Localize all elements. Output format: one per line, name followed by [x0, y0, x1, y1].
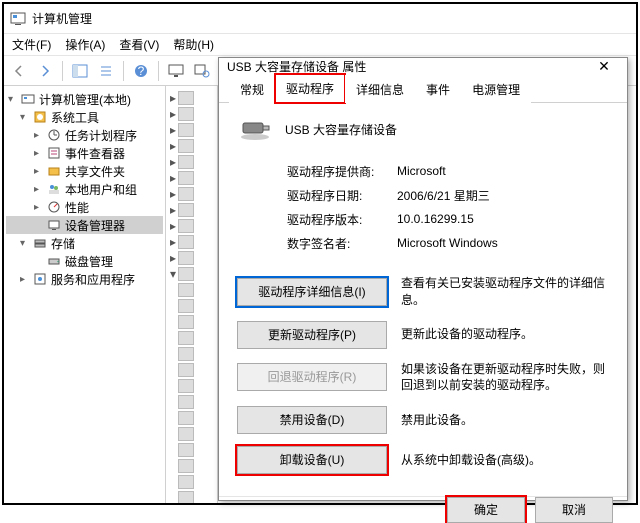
app-icon	[10, 11, 26, 27]
driver-details-desc: 查看有关已安装驱动程序文件的详细信息。	[401, 275, 609, 309]
menu-view[interactable]: 查看(V)	[119, 36, 159, 53]
window-title: 计算机管理	[32, 10, 630, 27]
rollback-driver-button: 回退驱动程序(R)	[237, 363, 387, 391]
tree-label: 设备管理器	[65, 217, 125, 234]
tree-devmgr[interactable]: 设备管理器	[6, 216, 163, 234]
tree-event[interactable]: ▸事件查看器	[6, 144, 163, 162]
dialog-title: USB 大容量存储设备 属性	[227, 58, 589, 75]
tree-label: 任务计划程序	[65, 127, 137, 144]
svg-text:?: ?	[138, 64, 145, 78]
tab-row: 常规 驱动程序 详细信息 事件 电源管理	[219, 75, 627, 103]
disable-device-desc: 禁用此设备。	[401, 412, 609, 429]
provider-label: 驱动程序提供商:	[287, 163, 397, 180]
update-driver-desc: 更新此设备的驱动程序。	[401, 326, 609, 343]
tree-label: 系统工具	[51, 109, 99, 126]
tab-driver[interactable]: 驱动程序	[275, 74, 345, 103]
titlebar: 计算机管理	[4, 4, 636, 34]
menu-help[interactable]: 帮助(H)	[173, 36, 214, 53]
dialog-titlebar: USB 大容量存储设备 属性 ✕	[219, 58, 627, 75]
device-list-panel: ▸ ▸ ▸ ▸ ▸ ▸ ▸ ▸ ▸ ▸ ▸ ▾	[166, 86, 218, 503]
menubar: 文件(F) 操作(A) 查看(V) 帮助(H)	[4, 34, 636, 56]
back-icon[interactable]	[10, 62, 28, 80]
separator	[158, 61, 159, 81]
tree-label: 本地用户和组	[65, 181, 137, 198]
tree-systools[interactable]: ▾系统工具	[6, 108, 163, 126]
forward-icon[interactable]	[36, 62, 54, 80]
tree-label: 存储	[51, 235, 75, 252]
tab-power[interactable]: 电源管理	[461, 75, 531, 103]
menu-file[interactable]: 文件(F)	[12, 36, 51, 53]
tab-details[interactable]: 详细信息	[345, 75, 415, 103]
property-table: 驱动程序提供商:Microsoft 驱动程序日期:2006/6/21 星期三 驱…	[287, 159, 609, 255]
monitor-icon[interactable]	[167, 62, 185, 80]
tree-label: 服务和应用程序	[51, 271, 135, 288]
rollback-driver-desc: 如果该设备在更新驱动程序时失败，则回退到以前安装的驱动程序。	[401, 361, 609, 395]
disable-device-button[interactable]: 禁用设备(D)	[237, 406, 387, 434]
list-icon[interactable]	[97, 62, 115, 80]
cancel-button[interactable]: 取消	[535, 497, 613, 523]
device-name: USB 大容量存储设备	[285, 121, 397, 138]
close-icon[interactable]: ✕	[589, 58, 619, 75]
separator	[62, 61, 63, 81]
tree-label: 磁盘管理	[65, 253, 113, 270]
separator	[123, 61, 124, 81]
tree-label: 性能	[65, 199, 89, 216]
tree-perf[interactable]: ▸性能	[6, 198, 163, 216]
date-value: 2006/6/21 星期三	[397, 187, 609, 204]
ok-button[interactable]: 确定	[447, 497, 525, 523]
usb-device-icon	[237, 117, 273, 141]
show-hide-icon[interactable]	[71, 62, 89, 80]
tree-shared[interactable]: ▸共享文件夹	[6, 162, 163, 180]
properties-dialog: USB 大容量存储设备 属性 ✕ 常规 驱动程序 详细信息 事件 电源管理 US…	[218, 57, 628, 501]
version-value: 10.0.16299.15	[397, 212, 609, 226]
dialog-footer: 确定 取消	[219, 496, 627, 523]
signer-value: Microsoft Windows	[397, 236, 609, 250]
tree-panel: ▾计算机管理(本地) ▾系统工具 ▸任务计划程序 ▸事件查看器 ▸共享文件夹 ▸…	[4, 86, 166, 503]
tree-task[interactable]: ▸任务计划程序	[6, 126, 163, 144]
scan-icon[interactable]	[193, 62, 211, 80]
help-icon[interactable]: ?	[132, 62, 150, 80]
uninstall-device-desc: 从系统中卸载设备(高级)。	[401, 452, 609, 469]
date-label: 驱动程序日期:	[287, 187, 397, 204]
dialog-body: USB 大容量存储设备 驱动程序提供商:Microsoft 驱动程序日期:200…	[219, 103, 627, 496]
provider-value: Microsoft	[397, 164, 609, 178]
version-label: 驱动程序版本:	[287, 211, 397, 228]
tab-events[interactable]: 事件	[415, 75, 461, 103]
tree-label: 共享文件夹	[65, 163, 125, 180]
tree-label: 事件查看器	[65, 145, 125, 162]
menu-action[interactable]: 操作(A)	[65, 36, 105, 53]
uninstall-device-button[interactable]: 卸载设备(U)	[237, 446, 387, 474]
tree-disk[interactable]: 磁盘管理	[6, 252, 163, 270]
tree-label: 计算机管理(本地)	[39, 91, 131, 108]
tree-root[interactable]: ▾计算机管理(本地)	[6, 90, 163, 108]
tree-users[interactable]: ▸本地用户和组	[6, 180, 163, 198]
tab-general[interactable]: 常规	[229, 75, 275, 103]
tree-storage[interactable]: ▾存储	[6, 234, 163, 252]
tree-services[interactable]: ▸服务和应用程序	[6, 270, 163, 288]
driver-details-button[interactable]: 驱动程序详细信息(I)	[237, 278, 387, 306]
signer-label: 数字签名者:	[287, 235, 397, 252]
update-driver-button[interactable]: 更新驱动程序(P)	[237, 321, 387, 349]
